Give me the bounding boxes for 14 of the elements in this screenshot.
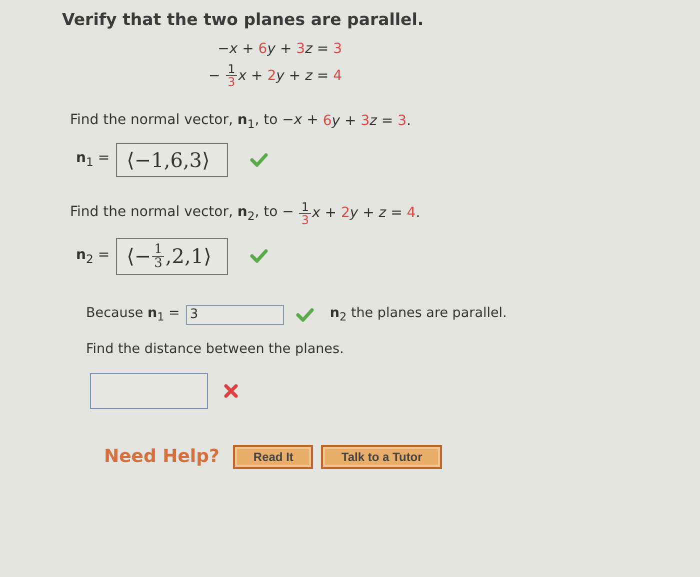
answer-field[interactable]	[90, 372, 208, 409]
question-text: n$_{2}$ the planes are parallel.	[330, 305, 507, 324]
question-text: Because n$_{1}$ =	[86, 305, 180, 324]
need-help-label: Need Help?	[104, 446, 220, 468]
answer-box[interactable]: ⟨−1,6,3⟩	[116, 142, 228, 177]
question-text: Find the distance between the planes.	[86, 340, 345, 357]
help-button[interactable]: Talk to a Tutor	[321, 444, 442, 469]
vector-label: n$_{2}$ =	[76, 246, 110, 266]
answer-field[interactable]: 3	[186, 304, 284, 325]
question-text: Find the normal vector, n$_{1}$, to −x + 6y + 3z = 3.	[70, 112, 412, 131]
question-title: Verify that the two planes are parallel.	[62, 10, 425, 29]
equation: −x + 6y + 3z = 3	[218, 41, 342, 57]
vector-label: n$_{1}$ =	[76, 150, 110, 170]
help-button[interactable]: Read It	[233, 444, 314, 469]
